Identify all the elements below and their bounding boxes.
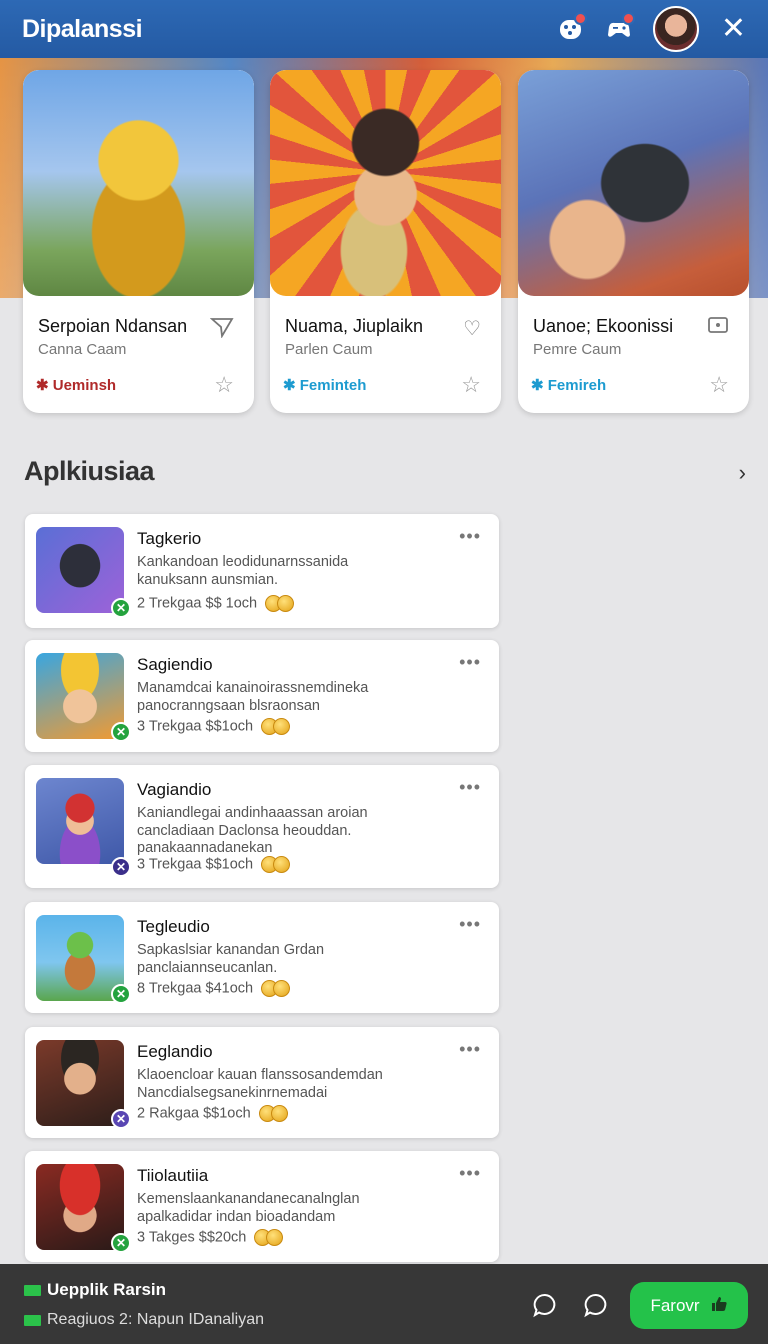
app-title: Sagiendio — [137, 655, 213, 674]
tag-icon: ✱ — [531, 377, 544, 394]
featured-tag: ✱ Femireh — [531, 376, 606, 394]
more-options-icon[interactable]: ••• — [459, 914, 481, 935]
app-description: Klaoencloar kauan flanssosandemdan Nancdi… — [137, 1067, 383, 1101]
list-item[interactable]: ✕ Tegleudio Sapkaslsiar kanandan Grdan pa… — [25, 902, 499, 1013]
send-icon[interactable] — [209, 316, 234, 344]
app-description: Kankandoan leodidunarnssanida kanuksann a… — [137, 554, 349, 588]
dice-notifications-button[interactable] — [553, 11, 589, 47]
more-options-icon[interactable]: ••• — [459, 1039, 481, 1060]
avatar[interactable] — [652, 6, 699, 52]
more-options-icon[interactable]: ••• — [459, 526, 481, 547]
screen-icon[interactable] — [707, 316, 729, 340]
app-description: Manamdcai kanainoirassnemdineka panocrann… — [137, 680, 369, 714]
app-meta: 3 Trekgaa $$1och — [137, 718, 291, 735]
featured-card-2[interactable]: Nuama, Jiuplaikn Parlen Caum ♡ ✱ Feminte… — [270, 70, 501, 413]
top-bar: Dipalanssi ✕ — [0, 0, 768, 58]
tag-icon: ✱ — [283, 377, 296, 394]
footer-line-2: Reagiuos 2: Napun IDanaliyan — [24, 1311, 264, 1329]
tag-label: Ueminsh — [52, 377, 117, 394]
platform-badge-icon: ✕ — [111, 857, 131, 877]
featured-title: Nuama, Jiuplaikn — [285, 316, 424, 336]
app-meta: 8 Trekgaa $41och — [137, 980, 291, 997]
featured-card-3[interactable]: Uanoe; Ekoonissi Pemre Caum ✱ Femireh ☆ — [518, 70, 749, 413]
list-item[interactable]: ✕ Tagkerio Kankandoan leodidunarnssanida… — [25, 514, 499, 628]
list-item[interactable]: ✕ Vagiandio Kaniandlegai andinhaaassan a… — [25, 765, 499, 888]
thumbs-up-icon — [710, 1295, 728, 1317]
footer-line-1: Uepplik Rarsin — [24, 1280, 166, 1300]
app-title: Eeglandio — [137, 1042, 213, 1061]
notification-badge — [573, 12, 587, 25]
favorite-label: Farovr — [650, 1295, 700, 1315]
app-title: Tagkerio — [137, 529, 202, 548]
platform-badge-icon: ✕ — [111, 598, 131, 618]
coin-icon — [261, 980, 291, 997]
app-meta: 3 Takges $$20ch — [137, 1229, 284, 1246]
comment-icon[interactable] — [583, 1292, 609, 1318]
app-title: Tegleudio — [137, 917, 210, 936]
close-icon[interactable]: ✕ — [721, 14, 746, 44]
coin-icon — [261, 856, 291, 873]
featured-card-1[interactable]: Serpoian Ndansan Canna Caam ✱ Ueminsh ☆ — [23, 70, 254, 413]
more-options-icon[interactable]: ••• — [459, 777, 481, 798]
star-icon[interactable]: ☆ — [709, 372, 729, 398]
platform-badge-icon: ✕ — [111, 1109, 131, 1129]
app-thumbnail — [36, 1040, 124, 1126]
app-description: Sapkaslsiar kanandan Grdan panclaiannseuc… — [137, 942, 325, 976]
featured-artwork — [23, 70, 254, 296]
star-icon[interactable]: ☆ — [214, 372, 234, 398]
app-meta: 2 Trekgaa $$ 1och — [137, 595, 295, 612]
list-item[interactable]: ✕ Tiiolautiia Kemenslaankanandanecanalng… — [25, 1151, 499, 1262]
featured-artwork — [270, 70, 501, 296]
tag-label: Femireh — [547, 377, 607, 394]
featured-tag: ✱ Feminteh — [283, 376, 366, 394]
app-description: Kaniandlegai andinhaaassan aroian canclad… — [137, 805, 368, 856]
notification-badge — [621, 12, 635, 25]
coin-icon — [261, 718, 291, 735]
more-options-icon[interactable]: ••• — [459, 652, 481, 673]
featured-title: Serpoian Ndansan — [38, 316, 188, 336]
list-item[interactable]: ✕ Sagiendio Manamdcai kanainoirassnemdin… — [25, 640, 499, 752]
featured-subtitle: Canna Caam — [38, 341, 127, 358]
chevron-right-icon[interactable]: › — [739, 460, 746, 486]
coin-icon — [258, 1105, 288, 1122]
flag-icon — [24, 1314, 41, 1326]
app-meta: 2 Rakgaa $$1och — [137, 1105, 288, 1122]
tag-icon: ✱ — [36, 377, 49, 394]
platform-badge-icon: ✕ — [111, 1233, 131, 1253]
featured-title: Uanoe; Ekoonissi — [533, 316, 674, 336]
flag-icon — [24, 1284, 41, 1296]
app-title: Vagiandio — [137, 780, 212, 799]
chat-bubble-icon[interactable] — [532, 1292, 558, 1318]
featured-artwork — [518, 70, 749, 296]
section-title: Aplkiusiaa — [24, 456, 155, 486]
app-thumbnail — [36, 1164, 124, 1250]
app-thumbnail — [36, 527, 124, 613]
platform-badge-icon: ✕ — [111, 984, 131, 1004]
tag-label: Feminteh — [299, 377, 367, 394]
coin-icon — [254, 1229, 284, 1246]
favorite-button[interactable]: Farovr — [630, 1282, 748, 1329]
coin-icon — [265, 595, 295, 612]
star-icon[interactable]: ☆ — [461, 372, 481, 398]
app-title: Dipalanssi — [22, 14, 143, 43]
gamepad-notifications-button[interactable] — [601, 11, 637, 47]
app-thumbnail — [36, 653, 124, 739]
list-item[interactable]: ✕ Eeglandio Klaoencloar kauan flanssosan… — [25, 1027, 499, 1138]
more-options-icon[interactable]: ••• — [459, 1163, 481, 1184]
heart-icon[interactable]: ♡ — [463, 316, 481, 341]
platform-badge-icon: ✕ — [111, 722, 131, 742]
featured-subtitle: Parlen Caum — [285, 341, 373, 358]
app-thumbnail — [36, 778, 124, 864]
app-thumbnail — [36, 915, 124, 1001]
featured-subtitle: Pemre Caum — [533, 341, 622, 358]
app-description: Kemenslaankanandanecanalnglan apalkadidar… — [137, 1191, 360, 1225]
app-meta: 3 Trekgaa $$1och — [137, 856, 291, 873]
featured-tag: ✱ Ueminsh — [36, 376, 116, 394]
app-title: Tiiolautiia — [137, 1166, 209, 1185]
